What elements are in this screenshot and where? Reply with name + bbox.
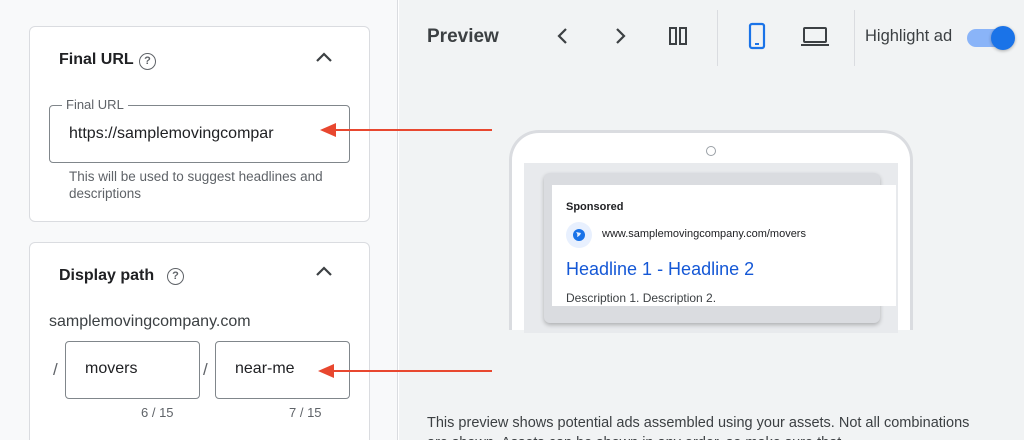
path-separator: /	[203, 360, 208, 379]
display-path-domain: samplemovingcompany.com	[49, 313, 251, 330]
globe-icon	[566, 222, 592, 248]
split-view-icon[interactable]	[666, 24, 690, 48]
final-url-field-label: Final URL	[62, 97, 128, 112]
smartphone-icon[interactable]	[745, 22, 769, 50]
ad-sponsored-label: Sponsored	[566, 201, 624, 213]
phone-camera	[706, 146, 716, 156]
chevron-up-icon[interactable]	[313, 260, 335, 282]
preview-toolbar: Preview Highlight ad	[399, 0, 1024, 72]
help-icon[interactable]: ?	[167, 268, 184, 285]
toolbar-divider	[854, 10, 855, 66]
path1-field[interactable]: movers	[65, 341, 200, 399]
final-url-title: Final URL	[59, 51, 134, 68]
ad-display-url: www.samplemovingcompany.com/movers	[602, 228, 806, 240]
path1-input-value[interactable]: movers	[85, 360, 137, 378]
display-path-title: Display path	[59, 267, 155, 284]
highlight-ad-toggle-thumb[interactable]	[991, 26, 1015, 50]
ad-headline[interactable]: Headline 1 - Headline 2	[566, 259, 754, 280]
ad-description: Description 1. Description 2.	[566, 291, 717, 305]
path-separator: /	[53, 360, 58, 379]
final-url-input-value[interactable]: https://samplemovingcompar	[69, 125, 329, 143]
phone-screen: Sponsored www.samplemovingcompany.com/mo…	[524, 163, 898, 333]
phone-mockup: Sponsored www.samplemovingcompany.com/mo…	[509, 130, 913, 333]
laptop-icon[interactable]	[799, 24, 831, 48]
toolbar-divider	[717, 10, 718, 66]
preview-title: Preview	[427, 26, 499, 47]
path2-input-value[interactable]: near-me	[235, 360, 295, 378]
display-path-card: Display path ? samplemovingcompany.com /…	[29, 242, 370, 440]
preview-disclaimer: This preview shows potential ads assembl…	[427, 415, 970, 440]
final-url-field[interactable]: Final URL https://samplemovingcompar	[49, 97, 350, 163]
chevron-up-icon[interactable]	[313, 46, 335, 68]
ad-preview-card: Sponsored www.samplemovingcompany.com/mo…	[552, 185, 896, 306]
path1-counter: 6 / 15	[141, 405, 174, 420]
annotation-arrow	[320, 123, 492, 137]
highlight-ad-label: Highlight ad	[865, 27, 953, 45]
path2-counter: 7 / 15	[289, 405, 322, 420]
annotation-arrow	[318, 364, 492, 378]
chevron-left-icon[interactable]	[551, 24, 575, 48]
chevron-right-icon[interactable]	[608, 24, 632, 48]
final-url-hint: This will be used to suggest headlines a…	[69, 169, 323, 201]
help-icon[interactable]: ?	[139, 53, 156, 70]
